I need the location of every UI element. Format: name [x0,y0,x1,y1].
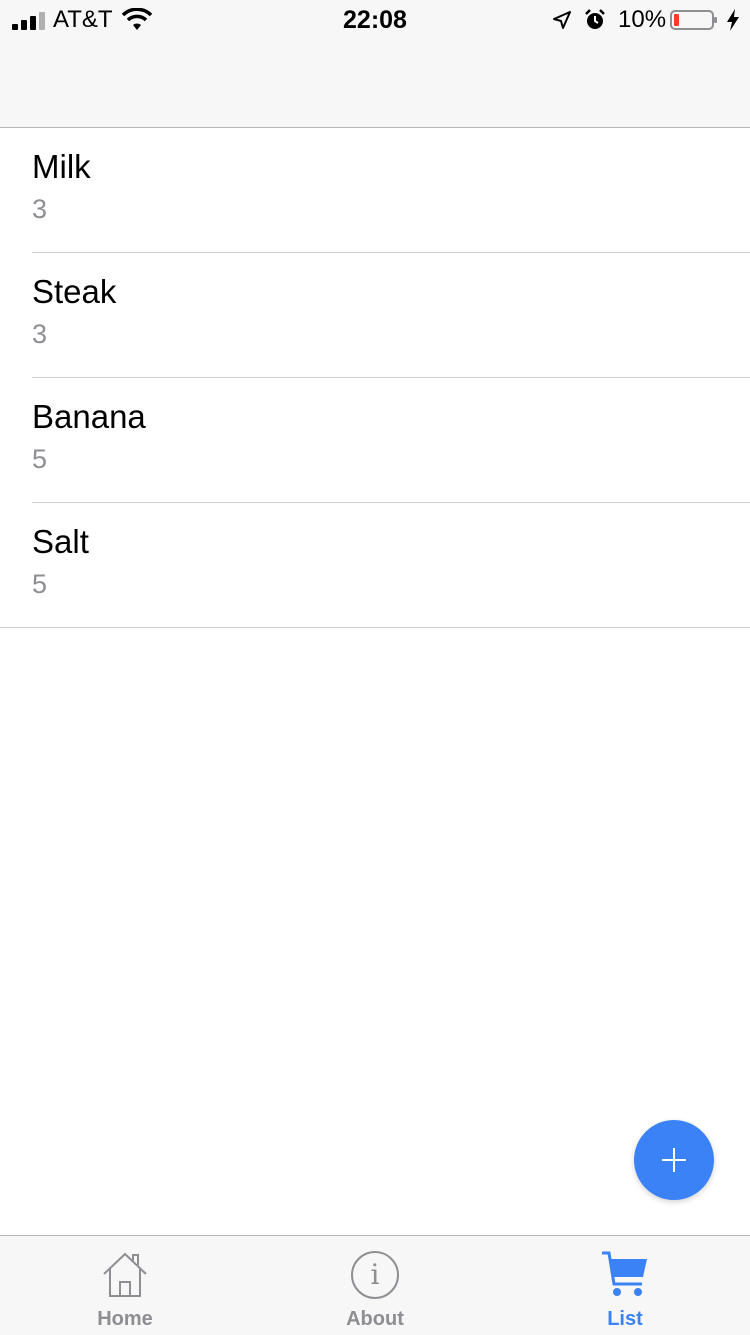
item-quantity: 3 [32,319,48,349]
tab-label: About [346,1308,404,1330]
tab-bar: Home i About List [0,1235,750,1335]
battery-icon [670,10,717,30]
item-quantity: 3 [32,194,48,224]
tab-list[interactable]: List [500,1236,750,1335]
tab-label: List [607,1308,643,1330]
tab-label: Home [97,1308,153,1330]
info-icon: i [351,1251,399,1299]
cart-icon [602,1251,647,1296]
item-quantity: 5 [32,569,48,599]
add-item-button[interactable] [634,1120,714,1200]
item-name: Banana [32,398,146,435]
top-bar: AT&T 22:08 10% [0,0,750,128]
shopping-list: Milk 3 Steak 3 Banana 5 Salt 5 [0,128,750,628]
item-name: Salt [32,523,89,560]
alarm-icon [585,9,605,29]
tab-home[interactable]: Home [0,1236,250,1335]
list-item[interactable]: Milk 3 [32,128,750,253]
item-name: Milk [32,148,91,185]
list-item[interactable]: Steak 3 [32,253,750,378]
location-icon [553,11,571,29]
plus-icon [662,1148,686,1172]
home-icon [103,1252,147,1297]
item-quantity: 5 [32,444,48,474]
tab-about[interactable]: i About [250,1236,500,1335]
list-item[interactable]: Banana 5 [32,378,750,503]
list-item[interactable]: Salt 5 [0,503,750,628]
battery-percent: 10% [618,6,667,33]
status-bar: AT&T 22:08 10% [0,0,750,40]
item-name: Steak [32,273,117,310]
charging-icon [727,9,739,31]
svg-text:i: i [371,1258,380,1291]
